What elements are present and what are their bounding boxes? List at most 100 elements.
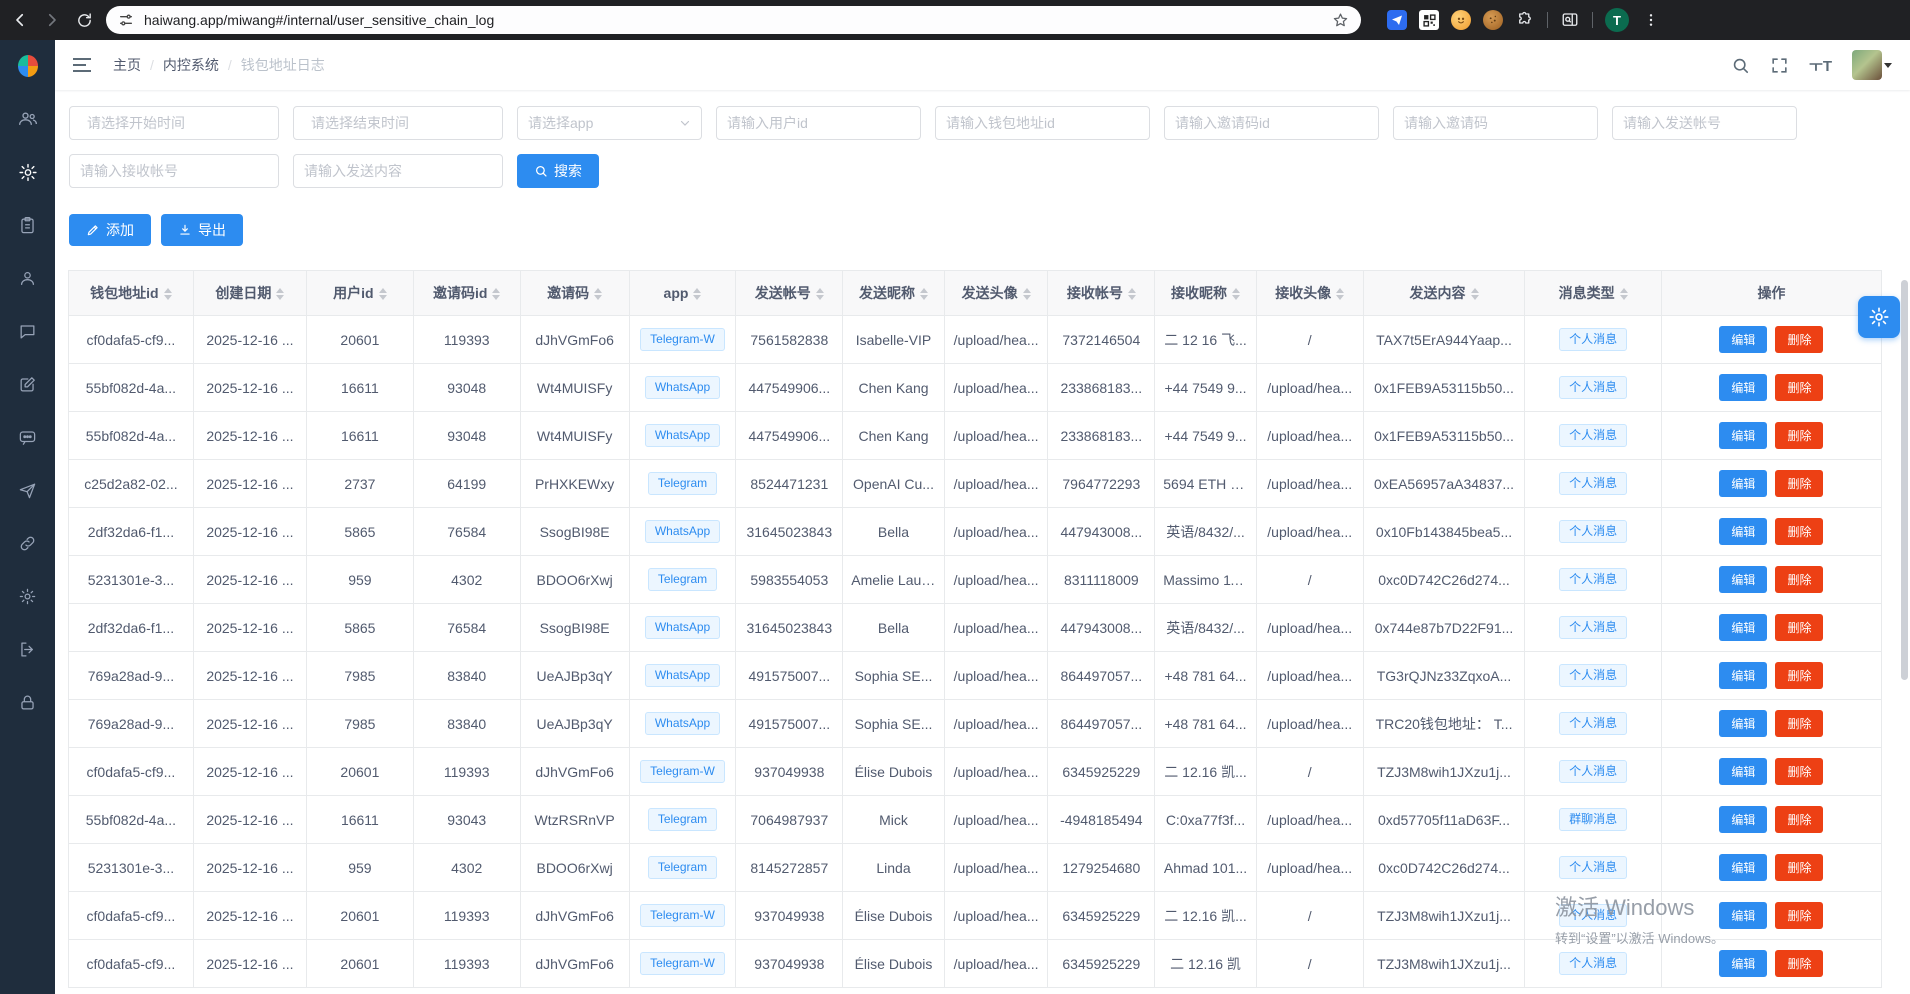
sort-carets-icon[interactable] xyxy=(816,288,824,300)
send-account-input[interactable] xyxy=(1623,115,1804,131)
delete-button[interactable]: 删除 xyxy=(1775,710,1823,737)
column-header[interactable]: 邀请码id xyxy=(413,271,520,316)
delete-button[interactable]: 删除 xyxy=(1775,566,1823,593)
edit-button[interactable]: 编辑 xyxy=(1719,566,1767,593)
vertical-scrollbar[interactable] xyxy=(1901,280,1908,680)
url-text[interactable]: haiwang.app/miwang#/internal/user_sensit… xyxy=(144,12,1322,28)
breadcrumb-internal[interactable]: 内控系统 xyxy=(163,55,219,75)
column-header[interactable]: 创建日期 xyxy=(193,271,306,316)
team-icon[interactable] xyxy=(18,109,38,129)
edit-button[interactable]: 编辑 xyxy=(1719,422,1767,449)
delete-button[interactable]: 删除 xyxy=(1775,470,1823,497)
forward-icon[interactable] xyxy=(42,10,62,30)
link-icon[interactable] xyxy=(18,533,38,553)
edit-button[interactable]: 编辑 xyxy=(1719,902,1767,929)
sort-carets-icon[interactable] xyxy=(693,288,701,300)
edit-button[interactable]: 编辑 xyxy=(1719,662,1767,689)
cookie-extension-icon[interactable] xyxy=(1483,10,1503,30)
delete-button[interactable]: 删除 xyxy=(1775,806,1823,833)
send-icon[interactable] xyxy=(18,480,38,500)
invite-code-input[interactable] xyxy=(1404,115,1587,131)
site-security-icon[interactable] xyxy=(118,12,134,28)
user-avatar[interactable] xyxy=(1852,50,1892,80)
sort-carets-icon[interactable] xyxy=(276,288,284,300)
delete-button[interactable]: 删除 xyxy=(1775,902,1823,929)
sort-carets-icon[interactable] xyxy=(1620,288,1628,300)
user-id-field[interactable] xyxy=(716,106,921,140)
column-header[interactable]: 发送帐号 xyxy=(736,271,843,316)
telegram-extension-icon[interactable] xyxy=(1387,10,1407,30)
edit-button[interactable]: 编辑 xyxy=(1719,374,1767,401)
search-button[interactable]: 搜索 xyxy=(517,154,599,188)
bookmark-star-icon[interactable] xyxy=(1332,12,1349,29)
app-logo-icon[interactable] xyxy=(18,56,38,76)
edit-button[interactable]: 编辑 xyxy=(1719,854,1767,881)
edit-button[interactable]: 编辑 xyxy=(1719,806,1767,833)
lock-icon[interactable] xyxy=(18,692,38,712)
wallet-id-input[interactable] xyxy=(946,115,1139,131)
delete-button[interactable]: 删除 xyxy=(1775,662,1823,689)
export-button[interactable]: 导出 xyxy=(161,214,243,246)
send-content-field[interactable] xyxy=(293,154,503,188)
user-id-input[interactable] xyxy=(727,115,910,131)
recv-account-input[interactable] xyxy=(80,163,268,179)
delete-button[interactable]: 删除 xyxy=(1775,374,1823,401)
sort-carets-icon[interactable] xyxy=(164,288,172,300)
edit-button[interactable]: 编辑 xyxy=(1719,710,1767,737)
column-header[interactable]: 发送昵称 xyxy=(843,271,945,316)
browser-menu-icon[interactable] xyxy=(1641,10,1661,30)
font-size-icon[interactable]: ㅜT xyxy=(1809,55,1832,76)
message-icon[interactable] xyxy=(18,427,38,447)
send-account-field[interactable] xyxy=(1612,106,1797,140)
edit-button[interactable]: 编辑 xyxy=(1719,950,1767,977)
delete-button[interactable]: 删除 xyxy=(1775,854,1823,881)
table-settings-button[interactable] xyxy=(1858,296,1900,338)
app-select[interactable]: 请选择app xyxy=(517,106,702,140)
sort-carets-icon[interactable] xyxy=(379,288,387,300)
sort-carets-icon[interactable] xyxy=(1336,288,1344,300)
breadcrumb-home[interactable]: 主页 xyxy=(113,55,141,75)
gear-icon[interactable] xyxy=(18,162,38,182)
sort-carets-icon[interactable] xyxy=(1471,288,1479,300)
invite-id-field[interactable] xyxy=(1164,106,1379,140)
column-header[interactable]: 接收昵称 xyxy=(1155,271,1257,316)
puzzle-extensions-icon[interactable] xyxy=(1515,10,1535,30)
edit-button[interactable]: 编辑 xyxy=(1719,470,1767,497)
search-icon[interactable] xyxy=(1731,56,1750,75)
qr-extension-icon[interactable] xyxy=(1419,10,1439,30)
sort-carets-icon[interactable] xyxy=(920,288,928,300)
column-header[interactable]: 接收帐号 xyxy=(1048,271,1155,316)
sort-carets-icon[interactable] xyxy=(594,288,602,300)
recv-account-field[interactable] xyxy=(69,154,279,188)
invite-code-field[interactable] xyxy=(1393,106,1598,140)
column-header[interactable]: app xyxy=(629,271,736,316)
start-time-input[interactable] xyxy=(87,115,268,131)
settings-icon[interactable] xyxy=(18,586,38,606)
fullscreen-icon[interactable] xyxy=(1770,56,1789,75)
column-header[interactable]: 钱包地址id xyxy=(69,271,194,316)
compose-icon[interactable] xyxy=(18,374,38,394)
start-time-picker[interactable] xyxy=(69,106,279,140)
delete-button[interactable]: 删除 xyxy=(1775,326,1823,353)
column-header[interactable]: 发送内容 xyxy=(1363,271,1525,316)
end-time-picker[interactable] xyxy=(293,106,503,140)
browser-profile-avatar[interactable]: T xyxy=(1605,8,1629,32)
clipboard-icon[interactable] xyxy=(18,215,38,235)
wallet-id-field[interactable] xyxy=(935,106,1150,140)
address-bar[interactable]: haiwang.app/miwang#/internal/user_sensit… xyxy=(106,6,1361,34)
delete-button[interactable]: 删除 xyxy=(1775,518,1823,545)
chat-icon[interactable] xyxy=(18,321,38,341)
sort-carets-icon[interactable] xyxy=(1232,288,1240,300)
add-button[interactable]: 添加 xyxy=(69,214,151,246)
edit-button[interactable]: 编辑 xyxy=(1719,326,1767,353)
logout-icon[interactable] xyxy=(18,639,38,659)
column-header[interactable]: 接收头像 xyxy=(1256,271,1363,316)
edit-button[interactable]: 编辑 xyxy=(1719,518,1767,545)
invite-id-input[interactable] xyxy=(1175,115,1368,131)
column-header[interactable]: 消息类型 xyxy=(1525,271,1661,316)
send-content-input[interactable] xyxy=(304,163,492,179)
collapse-menu-icon[interactable] xyxy=(73,58,91,72)
emoji-extension-icon[interactable] xyxy=(1451,10,1471,30)
back-icon[interactable] xyxy=(10,10,30,30)
user-icon[interactable] xyxy=(18,268,38,288)
